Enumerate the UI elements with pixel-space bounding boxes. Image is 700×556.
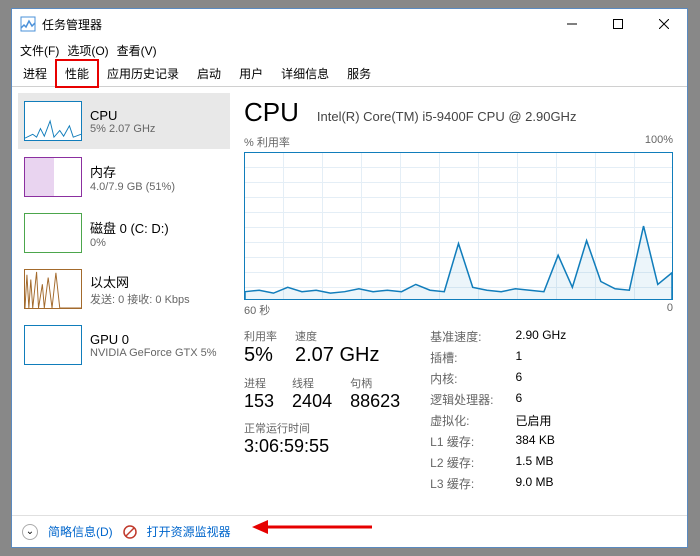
memory-thumb-icon xyxy=(24,157,82,197)
sidebar-item-sub: 4.0/7.9 GB (51%) xyxy=(90,181,175,193)
brief-info-link[interactable]: 简略信息(D) xyxy=(48,523,113,540)
tab-startup[interactable]: 启动 xyxy=(188,60,230,86)
sidebar-item-label: 内存 xyxy=(90,162,175,181)
tab-app-history[interactable]: 应用历史记录 xyxy=(98,60,188,86)
sidebar-item-gpu[interactable]: GPU 0NVIDIA GeForce GTX 5% xyxy=(18,317,230,373)
util-value: 5% xyxy=(244,344,277,367)
proc-label: 进程 xyxy=(244,375,274,391)
handle-value: 88623 xyxy=(350,391,400,412)
cpu-model: Intel(R) Core(TM) i5-9400F CPU @ 2.90GHz xyxy=(317,109,577,124)
tab-bar: 进程 性能 应用历史记录 启动 用户 详细信息 服务 xyxy=(12,61,687,87)
sidebar-item-sub: 5% 2.07 GHz xyxy=(90,123,155,135)
main-panel: CPU Intel(R) Core(TM) i5-9400F CPU @ 2.9… xyxy=(236,93,681,509)
sidebar-item-label: 磁盘 0 (C: D:) xyxy=(90,218,169,237)
menu-file[interactable]: 文件(F) xyxy=(20,42,59,59)
stat-value: 6 xyxy=(516,370,567,387)
menubar: 文件(F) 选项(O) 查看(V) xyxy=(12,39,687,61)
sidebar-item-memory[interactable]: 内存4.0/7.9 GB (51%) xyxy=(18,149,230,205)
footer: ⌄ 简略信息(D) 打开资源监视器 xyxy=(12,515,687,547)
sidebar: CPU5% 2.07 GHz 内存4.0/7.9 GB (51%) 磁盘 0 (… xyxy=(18,93,230,509)
minimize-button[interactable] xyxy=(549,9,595,39)
app-icon xyxy=(20,16,36,32)
stat-key: 内核: xyxy=(430,370,493,387)
window-title: 任务管理器 xyxy=(42,16,102,33)
cpu-thumb-icon xyxy=(24,101,82,141)
sidebar-item-label: GPU 0 xyxy=(90,332,217,347)
thread-value: 2404 xyxy=(292,391,332,412)
stat-key: L2 缓存: xyxy=(430,454,493,471)
task-manager-window: 任务管理器 文件(F) 选项(O) 查看(V) 进程 性能 应用历史记录 启动 … xyxy=(11,8,688,548)
disk-thumb-icon xyxy=(24,213,82,253)
stat-value: 2.90 GHz xyxy=(516,328,567,345)
uptime-value: 3:06:59:55 xyxy=(244,436,400,457)
stat-value: 已启用 xyxy=(516,412,567,429)
stat-key: 插槽: xyxy=(430,349,493,366)
speed-value: 2.07 GHz xyxy=(295,344,379,367)
uptime-label: 正常运行时间 xyxy=(244,420,400,436)
stat-value: 1 xyxy=(516,349,567,366)
tab-services[interactable]: 服务 xyxy=(338,60,380,86)
ethernet-thumb-icon xyxy=(24,269,82,309)
resmon-icon xyxy=(123,525,137,539)
close-button[interactable] xyxy=(641,9,687,39)
menu-options[interactable]: 选项(O) xyxy=(67,42,108,59)
page-title: CPU xyxy=(244,97,299,128)
chart-ylabel: % 利用率 xyxy=(244,134,290,150)
stat-key: L1 缓存: xyxy=(430,433,493,450)
speed-label: 速度 xyxy=(295,328,379,344)
stat-value: 1.5 MB xyxy=(516,454,567,471)
sidebar-item-disk[interactable]: 磁盘 0 (C: D:)0% xyxy=(18,205,230,261)
menu-view[interactable]: 查看(V) xyxy=(117,42,157,59)
sidebar-item-sub: 0% xyxy=(90,237,169,249)
stat-value: 6 xyxy=(516,391,567,408)
sidebar-item-ethernet[interactable]: 以太网发送: 0 接收: 0 Kbps xyxy=(18,261,230,317)
chart-xlabel-right: 0 xyxy=(667,302,673,318)
chart-ymax: 100% xyxy=(645,134,673,150)
tab-processes[interactable]: 进程 xyxy=(14,60,56,86)
sidebar-item-sub: NVIDIA GeForce GTX 5% xyxy=(90,347,217,359)
proc-value: 153 xyxy=(244,391,274,412)
maximize-button[interactable] xyxy=(595,9,641,39)
stat-value: 384 KB xyxy=(516,433,567,450)
stats-table: 基准速度: 2.90 GHz 插槽: 1 内核: 6 逻辑处理器: 6 虚拟化: 已启用 L1 缓存… xyxy=(430,328,566,492)
handle-label: 句柄 xyxy=(350,375,400,391)
stat-key: 基准速度: xyxy=(430,328,493,345)
stats-area: 利用率5% 速度2.07 GHz 进程153 线程2404 句柄88623 正常… xyxy=(244,328,673,492)
tab-users[interactable]: 用户 xyxy=(230,60,272,86)
sidebar-item-sub: 发送: 0 接收: 0 Kbps xyxy=(90,291,190,307)
stat-key: L3 缓存: xyxy=(430,475,493,492)
tab-details[interactable]: 详细信息 xyxy=(272,60,338,86)
thread-label: 线程 xyxy=(292,375,332,391)
stat-key: 逻辑处理器: xyxy=(430,391,493,408)
chart-xlabel-left: 60 秒 xyxy=(244,302,270,318)
open-resmon-link[interactable]: 打开资源监视器 xyxy=(147,523,231,540)
sidebar-item-label: 以太网 xyxy=(90,272,190,291)
body: CPU5% 2.07 GHz 内存4.0/7.9 GB (51%) 磁盘 0 (… xyxy=(12,87,687,515)
stat-value: 9.0 MB xyxy=(516,475,567,492)
utilization-chart[interactable] xyxy=(244,152,673,300)
stat-key: 虚拟化: xyxy=(430,412,493,429)
sidebar-item-label: CPU xyxy=(90,108,155,123)
tab-performance[interactable]: 性能 xyxy=(56,60,98,87)
chevron-down-icon[interactable]: ⌄ xyxy=(22,524,38,540)
gpu-thumb-icon xyxy=(24,325,82,365)
util-label: 利用率 xyxy=(244,328,277,344)
sidebar-item-cpu[interactable]: CPU5% 2.07 GHz xyxy=(18,93,230,149)
titlebar[interactable]: 任务管理器 xyxy=(12,9,687,39)
